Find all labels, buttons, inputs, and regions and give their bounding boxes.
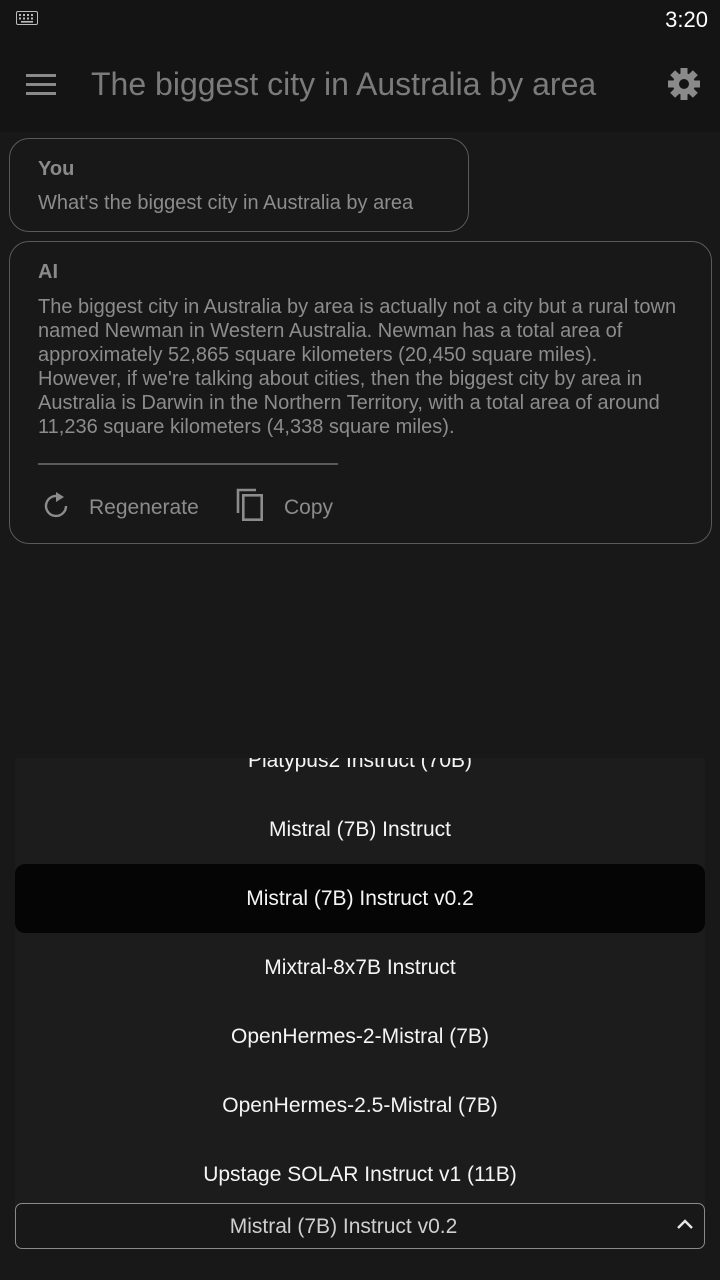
dropdown-option[interactable]: Mixtral-8x7B Instruct: [15, 933, 705, 1002]
dropdown-option[interactable]: Upstage SOLAR Instruct v1 (11B): [15, 1140, 705, 1208]
app-bar: The biggest city in Australia by area: [0, 38, 720, 132]
model-select-value: Mistral (7B) Instruct v0.2: [229, 1215, 458, 1238]
regenerate-button[interactable]: Regenerate: [40, 487, 210, 527]
dropdown-option[interactable]: Mistral (7B) Instruct: [15, 795, 705, 864]
dropdown-option[interactable]: OpenHermes-2-Mistral (7B): [15, 1002, 705, 1071]
user-sender-label: You: [38, 158, 75, 180]
divider: [38, 463, 338, 465]
copy-button[interactable]: Copy: [234, 487, 344, 527]
chevron-up-icon: [677, 1219, 693, 1229]
menu-icon[interactable]: [26, 72, 58, 98]
keyboard-icon: [16, 11, 38, 25]
dropdown-option-selected[interactable]: Mistral (7B) Instruct v0.2: [15, 864, 705, 933]
refresh-icon: [44, 492, 68, 518]
copy-label: Copy: [284, 496, 334, 519]
gear-icon[interactable]: [666, 66, 702, 102]
status-time: 3:20: [665, 7, 708, 32]
copy-icon: [236, 488, 263, 521]
regenerate-label: Regenerate: [89, 496, 199, 519]
status-bar: 3:20: [0, 0, 720, 38]
page-title: The biggest city in Australia by area: [91, 66, 597, 102]
user-message-text: What's the biggest city in Australia by …: [38, 192, 414, 214]
ai-sender-label: AI: [38, 261, 58, 283]
ai-message-text: The biggest city in Australia by area is…: [38, 296, 677, 438]
model-dropdown-list: Platypus2 Instruct (70B) Mistral (7B) In…: [15, 758, 705, 1208]
ai-message-card: AI The biggest city in Australia by area…: [9, 241, 712, 544]
dropdown-option[interactable]: Platypus2 Instruct (70B): [15, 758, 705, 795]
dropdown-option[interactable]: OpenHermes-2.5-Mistral (7B): [15, 1071, 705, 1140]
user-message-card: You What's the biggest city in Australia…: [9, 138, 469, 232]
model-select[interactable]: Mistral (7B) Instruct v0.2: [15, 1203, 705, 1249]
